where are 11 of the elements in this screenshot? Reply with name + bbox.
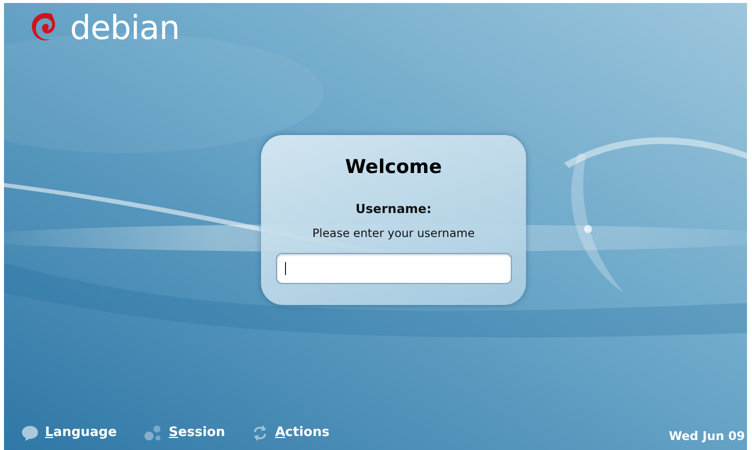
logo-text: debian [70, 10, 180, 44]
username-field[interactable] [276, 252, 512, 284]
menu-button[interactable]: Session [142, 423, 226, 443]
clock: Wed Jun 09 [668, 428, 745, 445]
field-label: Username: [355, 200, 432, 218]
dialog-title: Welcome [345, 155, 442, 180]
prompt-text: Please enter your username [312, 225, 475, 242]
menu-button[interactable]: Actions [251, 423, 330, 443]
menu-button[interactable]: Language [21, 423, 117, 443]
speech-bubble-icon [21, 424, 39, 442]
text-cursor [284, 262, 286, 274]
